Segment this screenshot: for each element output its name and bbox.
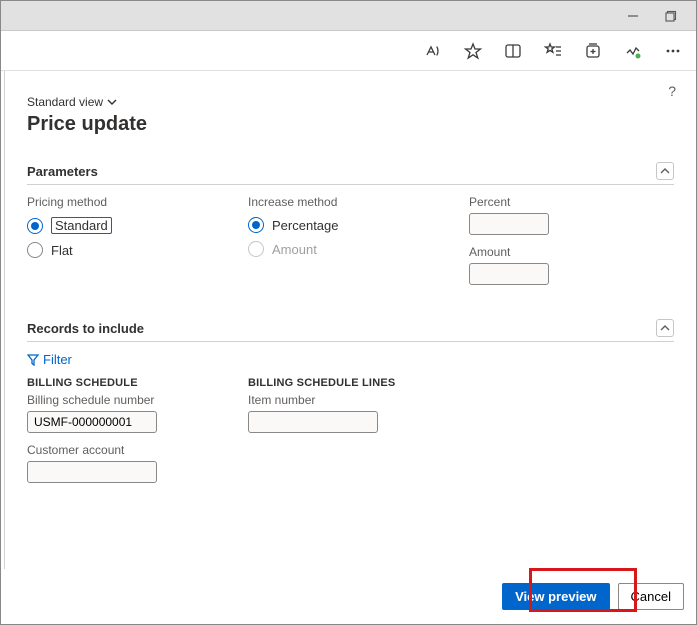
pricing-flat-option[interactable]: Flat: [27, 242, 232, 258]
pricing-method-column: Pricing method Standard Flat: [27, 195, 232, 295]
footer-bar: View preview Cancel: [1, 569, 696, 624]
customer-account-input[interactable]: [27, 461, 157, 483]
increase-method-column: Increase method Percentage Amount: [248, 195, 453, 295]
parameters-title: Parameters: [27, 164, 98, 179]
parameters-grid: Pricing method Standard Flat Increase me…: [27, 195, 674, 295]
radio-selected-icon: [248, 217, 264, 233]
filter-icon: [27, 354, 39, 366]
increase-amount-option: Amount: [248, 241, 453, 257]
increase-percentage-label: Percentage: [272, 218, 339, 233]
view-preview-button[interactable]: View preview: [502, 583, 609, 610]
chevron-down-icon: [107, 97, 117, 107]
billing-schedule-heading: BILLING SCHEDULE: [27, 377, 232, 389]
pricing-standard-option[interactable]: Standard: [27, 217, 232, 234]
bs-number-input[interactable]: [27, 411, 157, 433]
radio-selected-icon: [27, 218, 43, 234]
records-spacer-column: [469, 377, 674, 493]
records-columns: BILLING SCHEDULE Billing schedule number…: [27, 377, 674, 493]
browser-toolbar: [1, 31, 696, 71]
bs-number-label: Billing schedule number: [27, 393, 232, 407]
pricing-method-label: Pricing method: [27, 195, 232, 209]
increase-method-label: Increase method: [248, 195, 453, 209]
parameters-section-header: Parameters: [27, 162, 674, 185]
window-titlebar: [1, 1, 696, 31]
page-content: ? Standard view Price update Parameters …: [4, 71, 696, 569]
view-selector[interactable]: Standard view: [27, 95, 117, 109]
records-title: Records to include: [27, 321, 144, 336]
cancel-button[interactable]: Cancel: [618, 583, 684, 610]
favorites-bar-icon[interactable]: [544, 42, 562, 60]
favorite-star-icon[interactable]: [464, 42, 482, 60]
view-selector-label: Standard view: [27, 95, 103, 109]
radio-disabled-icon: [248, 241, 264, 257]
chevron-up-icon: [660, 323, 670, 333]
records-section-header: Records to include: [27, 319, 674, 342]
collections-icon[interactable]: [584, 42, 602, 60]
parameters-collapse-button[interactable]: [656, 162, 674, 180]
increase-percentage-option[interactable]: Percentage: [248, 217, 453, 233]
minimize-icon[interactable]: [626, 9, 640, 23]
restore-icon[interactable]: [664, 9, 678, 23]
pricing-standard-label: Standard: [51, 217, 112, 234]
help-button[interactable]: ?: [668, 83, 676, 99]
customer-account-label: Customer account: [27, 443, 232, 457]
chevron-up-icon: [660, 166, 670, 176]
read-aloud-icon[interactable]: [424, 42, 442, 60]
filter-label: Filter: [43, 352, 72, 367]
performance-icon[interactable]: [624, 42, 642, 60]
amount-input[interactable]: [469, 263, 549, 285]
more-icon[interactable]: [664, 42, 682, 60]
split-screen-icon[interactable]: [504, 42, 522, 60]
page-title: Price update: [27, 113, 674, 136]
item-number-label: Item number: [248, 393, 453, 407]
percent-label: Percent: [469, 195, 674, 209]
increase-amount-label: Amount: [272, 242, 317, 257]
radio-icon: [27, 242, 43, 258]
billing-schedule-column: BILLING SCHEDULE Billing schedule number…: [27, 377, 232, 493]
item-number-input[interactable]: [248, 411, 378, 433]
percent-input[interactable]: [469, 213, 549, 235]
values-column: Percent Amount: [469, 195, 674, 295]
bsl-heading: BILLING SCHEDULE LINES: [248, 377, 453, 389]
billing-schedule-lines-column: BILLING SCHEDULE LINES Item number: [248, 377, 453, 493]
filter-link[interactable]: Filter: [27, 352, 72, 367]
amount-label: Amount: [469, 245, 674, 259]
records-collapse-button[interactable]: [656, 319, 674, 337]
pricing-flat-label: Flat: [51, 243, 73, 258]
